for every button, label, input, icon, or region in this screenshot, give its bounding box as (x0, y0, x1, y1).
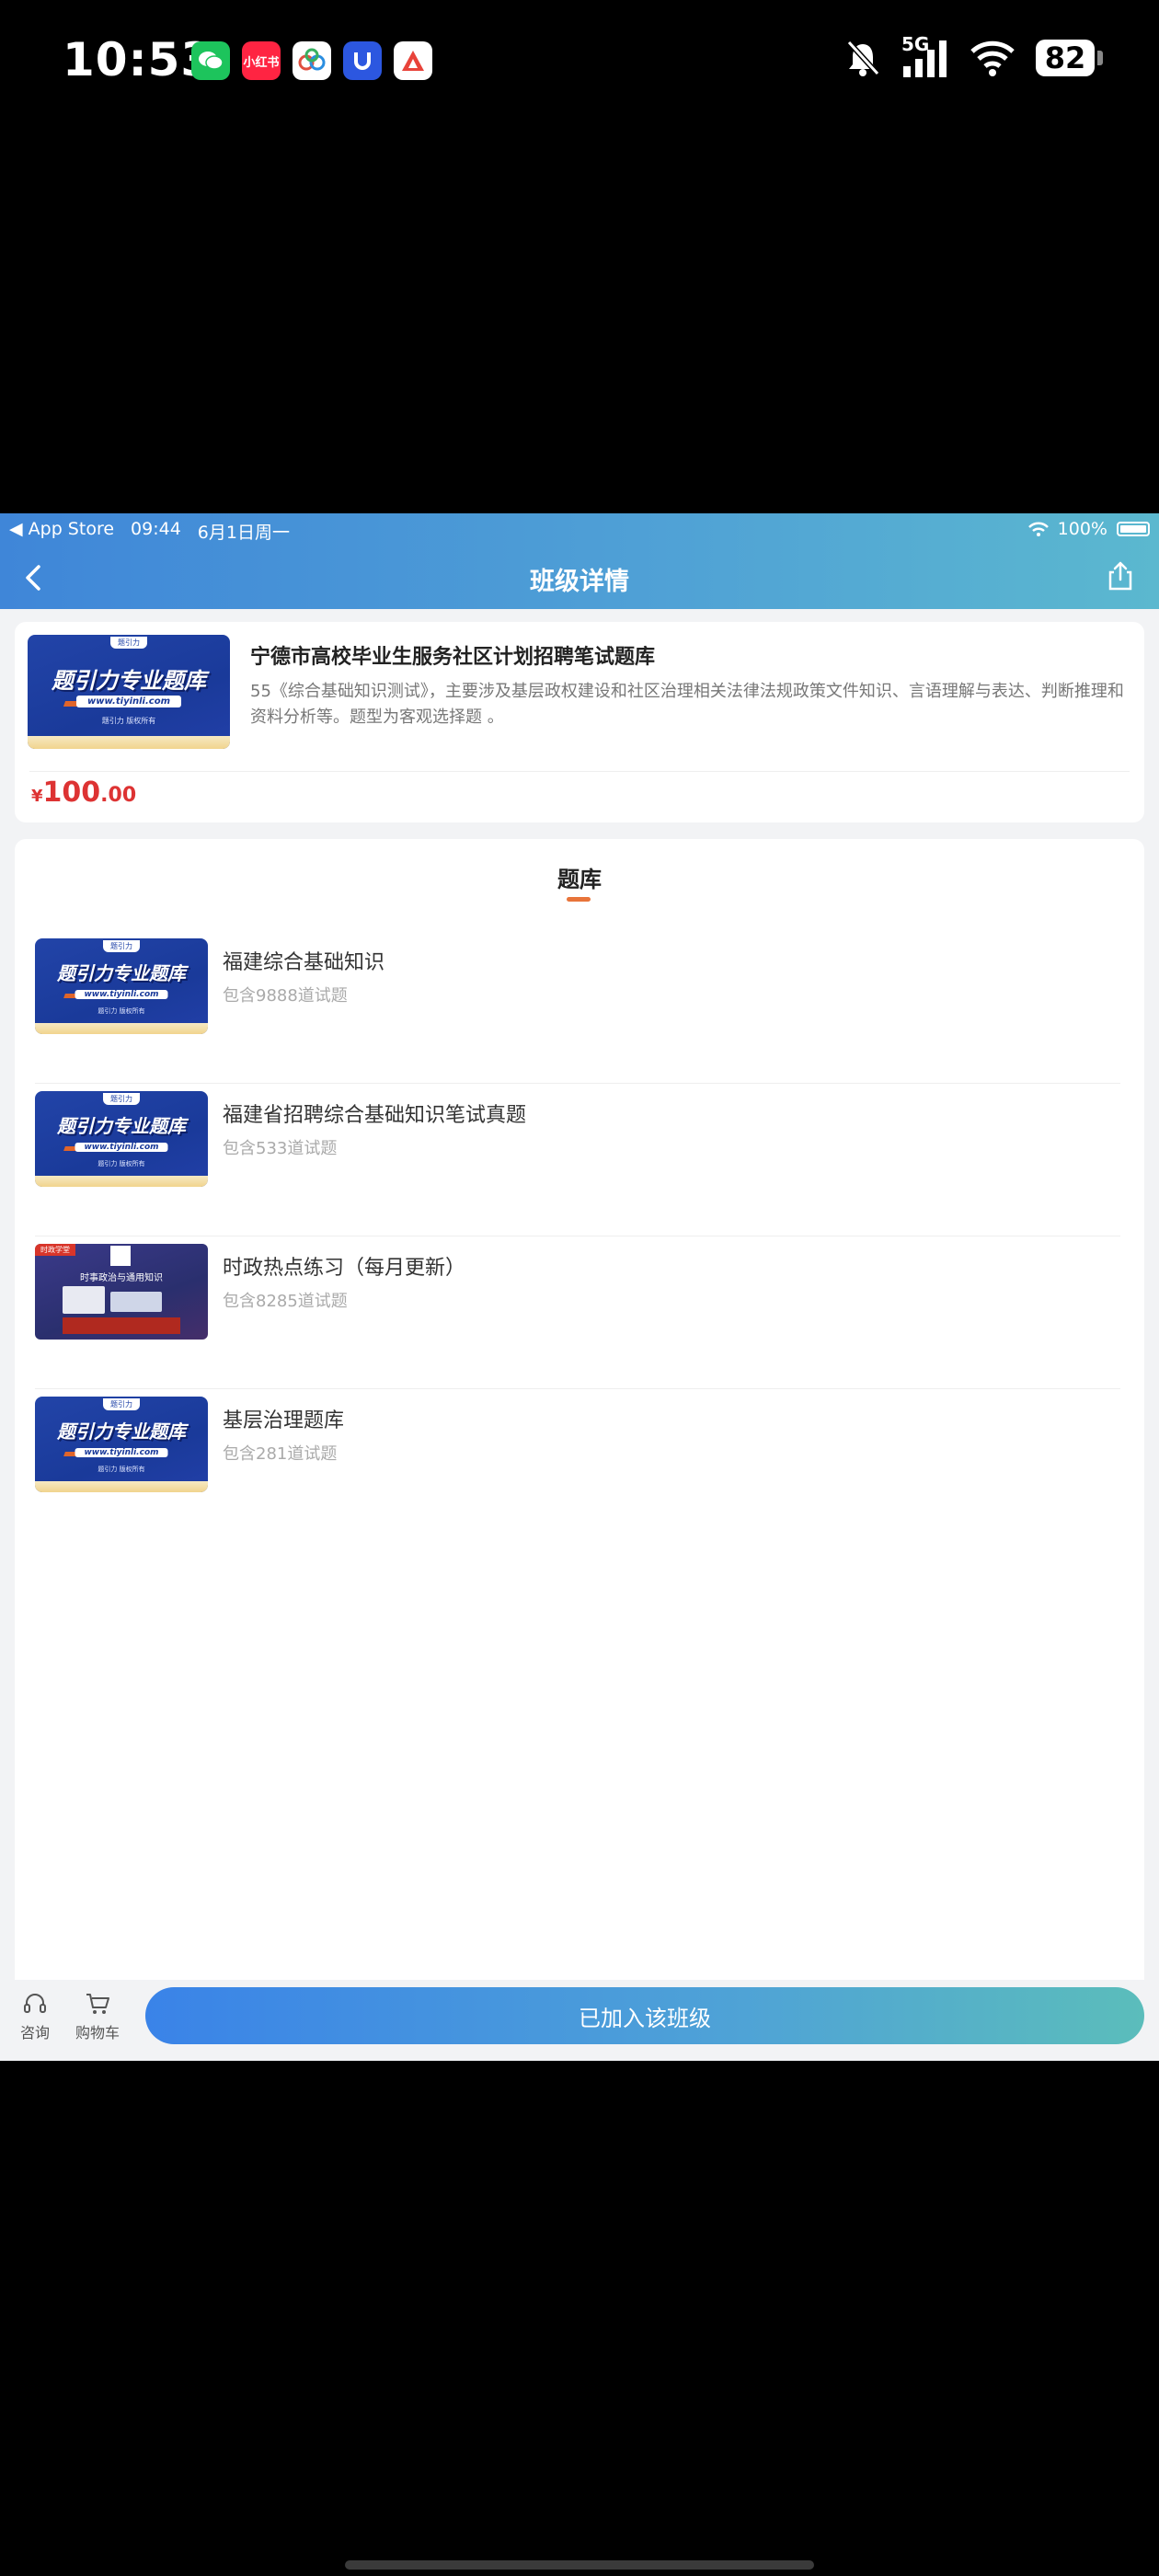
wechat-app-icon (191, 41, 230, 80)
cart-label: 购物车 (75, 2024, 120, 2041)
divider (29, 771, 1130, 772)
course-price: ¥100.00 (31, 776, 137, 809)
wifi-icon (970, 40, 1015, 76)
app-icon-3 (293, 41, 331, 80)
bottom-action-bar: 咨询 购物车 已加入该班级 (0, 1980, 1159, 2061)
cart-button[interactable]: 购物车 (75, 1991, 120, 2042)
headset-icon (24, 1994, 46, 2013)
course-card: 题引力 题引力专业题库 www.tiyinli.com 题引力 版权所有 宁德市… (15, 622, 1144, 822)
bank-item-name: 福建综合基础知识 (223, 951, 385, 974)
bank-list-item[interactable]: 题引力 题引力专业题库 www.tiyinli.com 题引力 版权所有 福建综… (35, 931, 1120, 1084)
phone-status-right: 5G 82 (844, 33, 1103, 79)
home-indicator[interactable] (345, 2560, 814, 2570)
back-to-app-store-link[interactable]: ◀ App Store (9, 519, 114, 544)
notification-app-icons: 小红书 (191, 41, 432, 80)
bank-list-item[interactable]: 题引力 题引力专业题库 www.tiyinli.com 题引力 版权所有 福建省… (35, 1084, 1120, 1236)
share-button[interactable] (1102, 558, 1139, 594)
bank-item-count: 包含281道试题 (223, 1444, 338, 1464)
bank-item-count: 包含8285道试题 (223, 1292, 348, 1311)
header-bar: ◀ App Store 09:44 6月1日周一 100% 班级详情 (0, 513, 1159, 609)
bank-item-count: 包含533道试题 (223, 1139, 338, 1158)
bank-section-heading: 题库 (557, 867, 602, 892)
course-cover-image: 题引力 题引力专业题库 www.tiyinli.com 题引力 版权所有 (28, 635, 230, 749)
course-title: 宁德市高校毕业生服务社区计划招聘笔试题库 (250, 646, 656, 669)
phone-status-bar: 10:53 小红书 5G 82 (0, 0, 1159, 129)
heading-underline (567, 897, 591, 902)
bank-item-name: 基层治理题库 (223, 1409, 345, 1432)
bank-list-item[interactable]: 题引力 题引力专业题库 www.tiyinli.com 题引力 版权所有 基层治… (35, 1389, 1120, 1542)
course-description: 55《综合基础知识测试》，主要涉及基层政权建设和社区治理相关法律法规政策文件知识… (250, 682, 1124, 727)
consult-button[interactable]: 咨询 (20, 1991, 50, 2042)
inner-status-bar: ◀ App Store 09:44 6月1日周一 100% (0, 517, 1159, 545)
joined-class-button[interactable]: 已加入该班级 (145, 1987, 1144, 2044)
bank-item-name: 时政热点练习（每月更新） (223, 1257, 466, 1280)
bank-item-name: 福建省招聘综合基础知识笔试真题 (223, 1104, 527, 1127)
inner-date: 6月1日周一 (197, 523, 290, 543)
mute-bell-icon (846, 40, 880, 76)
battery-indicator: 82 (1036, 40, 1103, 76)
xiaohongshu-app-icon: 小红书 (242, 41, 281, 80)
inner-clock: 09:44 (131, 519, 181, 539)
bank-list-item[interactable]: 时政学堂 时事政治与通用知识 时政热点练习（每月更新） 包含8285道试题 (35, 1236, 1120, 1389)
consult-label: 咨询 (20, 2024, 51, 2041)
inner-wifi-icon (1027, 522, 1049, 536)
app-icon-5 (394, 41, 432, 80)
bank-cover-image: 题引力 题引力专业题库 www.tiyinli.com 题引力 版权所有 (35, 938, 208, 1034)
app-icon-4 (343, 41, 382, 80)
app-screen: ◀ App Store 09:44 6月1日周一 100% 班级详情 题引力 题… (0, 513, 1159, 2061)
page-title: 班级详情 (530, 568, 629, 596)
inner-battery-percent: 100% (1057, 519, 1107, 539)
bank-cover-image: 题引力 题引力专业题库 www.tiyinli.com 题引力 版权所有 (35, 1091, 208, 1187)
cart-icon (86, 1994, 109, 2014)
bank-cover-image: 题引力 题引力专业题库 www.tiyinli.com 题引力 版权所有 (35, 1397, 208, 1492)
bank-item-count: 包含9888道试题 (223, 986, 348, 1006)
cellular-signal-icon: 5G (901, 33, 949, 79)
question-bank-panel: 题库 题引力 题引力专业题库 www.tiyinli.com 题引力 版权所有 … (15, 839, 1144, 1980)
news-cover-image: 时政学堂 时事政治与通用知识 (35, 1244, 208, 1340)
inner-battery-icon (1117, 522, 1150, 536)
